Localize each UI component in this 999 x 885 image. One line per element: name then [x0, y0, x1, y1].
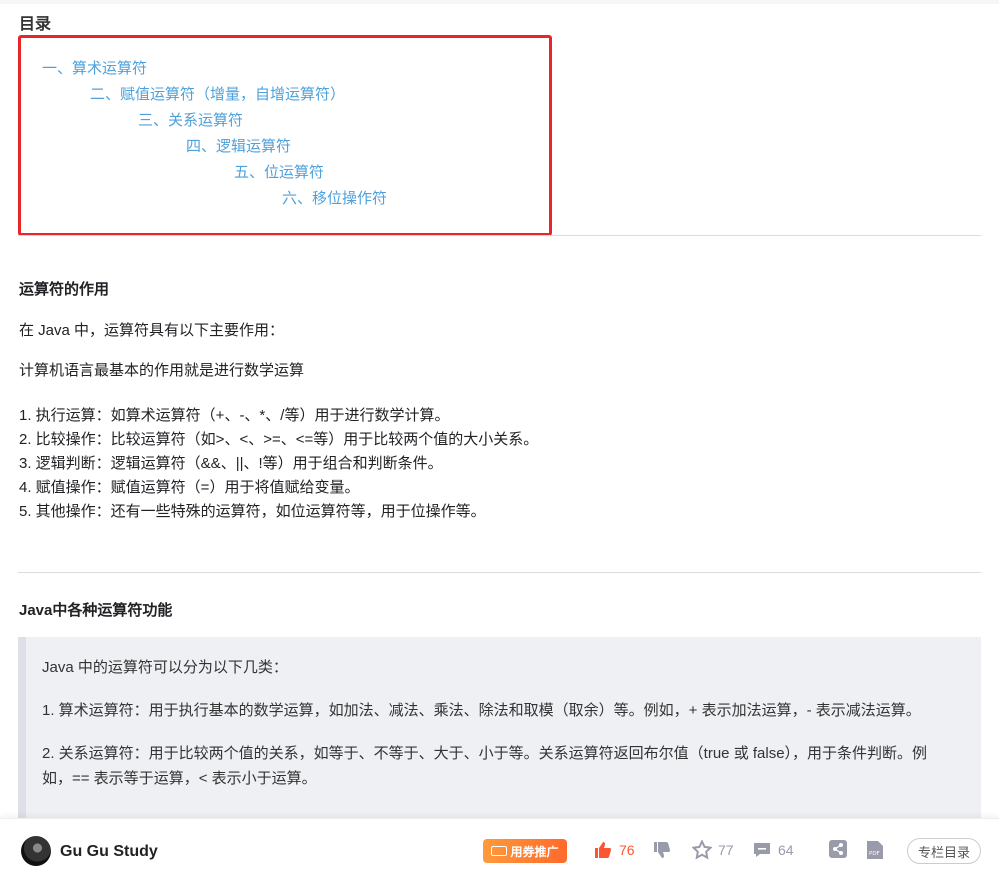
paragraph-intro: 在 Java 中，运算符具有以下主要作用： — [19, 322, 285, 339]
promo-button[interactable]: 用券推广 — [483, 839, 567, 863]
comment-icon — [754, 843, 770, 857]
quote-paragraph: Java 中的运算符可以分为以下几类： — [42, 659, 288, 676]
divider — [18, 235, 981, 236]
toc-item-bitwise[interactable]: 五、位运算符 — [234, 163, 324, 183]
thumbs-up-icon — [595, 842, 612, 858]
dislike-button[interactable] — [652, 840, 672, 860]
quote-paragraph: 2. 关系运算符：用于比较两个值的关系，如等于、不等于、大于、小于等。关系运算符… — [42, 745, 928, 787]
quote-paragraph: 1. 算术运算符：用于执行基本的数学运算，如加法、减法、乘法、除法和取模（取余）… — [42, 702, 921, 719]
toc-item-logical[interactable]: 四、逻辑运算符 — [186, 137, 291, 157]
comment-button[interactable]: 64 — [752, 840, 794, 860]
star-icon — [692, 840, 712, 860]
avatar[interactable] — [21, 836, 51, 866]
section-heading-operators: Java中各种运算符功能 — [19, 602, 173, 619]
list-item: 4. 赋值操作：赋值运算符（=）用于将值赋给变量。 — [19, 479, 360, 496]
favorite-count: 77 — [718, 842, 734, 858]
section-heading-purpose: 运算符的作用 — [19, 281, 110, 298]
divider — [18, 572, 981, 573]
list-item: 2. 比较操作：比较运算符（如>、<、>=、<=等）用于比较两个值的大小关系。 — [19, 431, 539, 448]
purpose-list: 1. 执行运算：如算术运算符（+、-、*、/等）用于进行数学计算。 2. 比较操… — [19, 404, 538, 524]
list-item: 1. 执行运算：如算术运算符（+、-、*、/等）用于进行数学计算。 — [19, 407, 450, 424]
paragraph-math: 计算机语言最基本的作用就是进行数学运算 — [19, 362, 305, 379]
svg-text:PDF: PDF — [869, 851, 880, 857]
column-toc-button[interactable]: 专栏目录 — [907, 838, 981, 864]
blockquote: Java 中的运算符可以分为以下几类： 1. 算术运算符：用于执行基本的数学运算… — [18, 637, 981, 827]
like-button[interactable]: 76 — [593, 840, 635, 860]
article-toolbar: Gu Gu Study 用券推广 76 77 64 PDF 专栏目录 — [0, 818, 999, 885]
pdf-button[interactable]: PDF — [866, 840, 884, 860]
toc-item-relational[interactable]: 三、关系运算符 — [138, 111, 243, 131]
toc-title: 目录 — [19, 16, 52, 33]
like-count: 76 — [619, 842, 635, 858]
pdf-icon: PDF — [867, 841, 883, 859]
thumbs-down-icon — [654, 842, 671, 858]
toc-item-assignment[interactable]: 二、赋值运算符（增量，自增运算符） — [90, 85, 345, 105]
top-border — [0, 0, 999, 4]
author-name[interactable]: Gu Gu Study — [60, 843, 158, 861]
share-icon — [829, 840, 847, 858]
ticket-icon — [491, 846, 508, 856]
list-item: 3. 逻辑判断：逻辑运算符（&&、||、!等）用于组合和判断条件。 — [19, 455, 443, 472]
list-item: 5. 其他操作：还有一些特殊的运算符，如位运算符等，用于位操作等。 — [19, 503, 486, 520]
share-button[interactable] — [829, 840, 847, 858]
comment-count: 64 — [778, 842, 794, 858]
toc-item-shift[interactable]: 六、移位操作符 — [282, 189, 387, 209]
favorite-button[interactable]: 77 — [692, 840, 734, 860]
promo-label: 用券推广 — [510, 844, 559, 859]
toc-item-arithmetic[interactable]: 一、算术运算符 — [42, 59, 147, 79]
